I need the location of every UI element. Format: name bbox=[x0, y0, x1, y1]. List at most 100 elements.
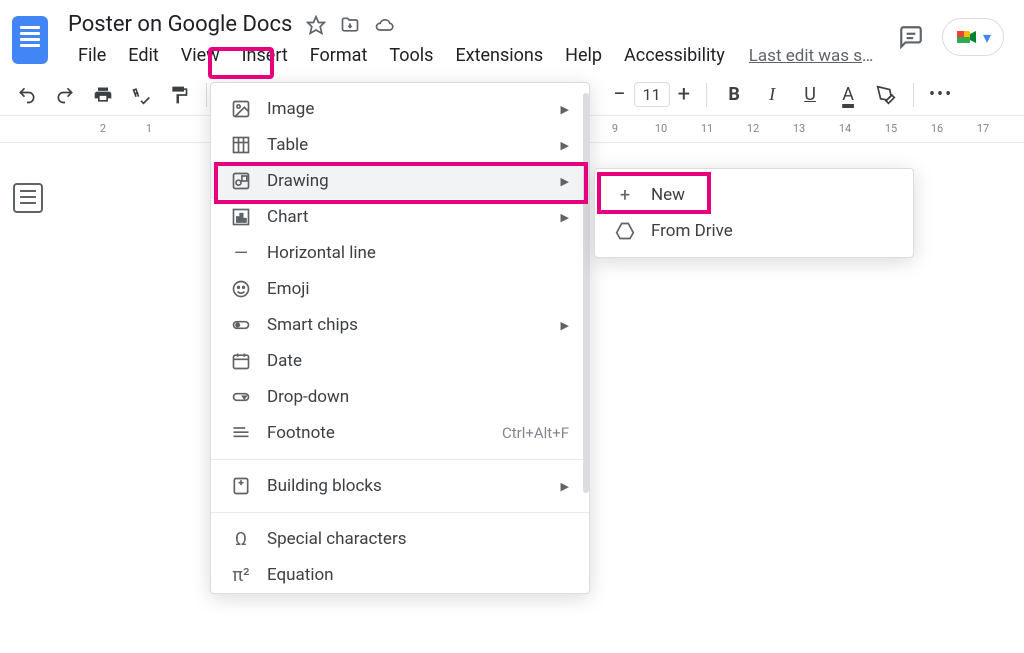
spellcheck-button[interactable] bbox=[130, 84, 152, 106]
submenu-arrow-icon: ▶ bbox=[561, 139, 569, 152]
separator bbox=[206, 83, 207, 107]
ruler-tick: 13 bbox=[776, 122, 822, 138]
ruler-tick: 16 bbox=[914, 122, 960, 138]
text-color-button[interactable]: A bbox=[837, 84, 859, 106]
ruler-tick: 1 bbox=[126, 122, 172, 138]
italic-button[interactable]: I bbox=[761, 84, 783, 106]
menu-divider bbox=[211, 459, 589, 460]
underline-button[interactable]: U bbox=[799, 84, 821, 106]
ruler-tick: 17 bbox=[960, 122, 1006, 138]
chart-icon bbox=[231, 207, 251, 227]
menu-item-label: From Drive bbox=[651, 221, 733, 241]
ruler-tick: 15 bbox=[868, 122, 914, 138]
menu-item-label: Emoji bbox=[267, 279, 309, 299]
menu-shortcut: Ctrl+Alt+F bbox=[502, 424, 569, 442]
separator bbox=[706, 83, 707, 107]
submenu-arrow-icon: ▶ bbox=[561, 480, 569, 493]
ruler-tick: 2 bbox=[80, 122, 126, 138]
ruler-tick: 9 bbox=[592, 122, 638, 138]
undo-button[interactable] bbox=[16, 84, 38, 106]
omega-icon: Ω bbox=[231, 529, 251, 549]
menu-accessibility[interactable]: Accessibility bbox=[614, 41, 735, 70]
menu-item-label: Equation bbox=[267, 565, 334, 585]
menu-item-building-blocks[interactable]: Building blocks ▶ bbox=[211, 468, 589, 504]
menu-item-equation[interactable]: π² Equation bbox=[211, 557, 589, 593]
menu-insert[interactable]: Insert bbox=[232, 41, 298, 70]
menu-item-label: New bbox=[651, 185, 685, 205]
ruler-tick: 10 bbox=[638, 122, 684, 138]
redo-button[interactable] bbox=[54, 84, 76, 106]
drawing-icon bbox=[231, 171, 251, 191]
menu-item-label: Drop-down bbox=[267, 387, 349, 407]
menu-item-special-characters[interactable]: Ω Special characters bbox=[211, 521, 589, 557]
menu-item-label: Smart chips bbox=[267, 315, 358, 335]
comment-history-icon[interactable] bbox=[898, 24, 924, 50]
star-icon[interactable] bbox=[306, 15, 326, 35]
header-right: ▾ bbox=[898, 8, 1012, 56]
horizontal-line-icon: — bbox=[231, 243, 251, 263]
menu-file[interactable]: File bbox=[68, 41, 116, 70]
cloud-status-icon[interactable] bbox=[374, 15, 394, 35]
menu-item-horizontal-line[interactable]: — Horizontal line bbox=[211, 235, 589, 271]
move-folder-icon[interactable] bbox=[340, 15, 360, 35]
google-meet-icon bbox=[955, 25, 979, 49]
left-rail bbox=[0, 143, 56, 653]
plus-icon: + bbox=[615, 185, 635, 205]
menu-help[interactable]: Help bbox=[555, 41, 612, 70]
menu-item-emoji[interactable]: Emoji bbox=[211, 271, 589, 307]
title-row: Poster on Google Docs bbox=[68, 8, 898, 37]
submenu-arrow-icon: ▶ bbox=[561, 211, 569, 224]
image-icon bbox=[231, 99, 251, 119]
font-size-input[interactable]: 11 bbox=[634, 82, 670, 107]
menu-scrollbar[interactable] bbox=[583, 93, 589, 493]
print-button[interactable] bbox=[92, 84, 114, 106]
menu-item-smart-chips[interactable]: Smart chips ▶ bbox=[211, 307, 589, 343]
menu-item-label: Table bbox=[267, 135, 308, 155]
menu-item-dropdown[interactable]: Drop-down bbox=[211, 379, 589, 415]
submenu-arrow-icon: ▶ bbox=[561, 319, 569, 332]
smart-chips-icon bbox=[231, 315, 251, 335]
ruler-tick: 12 bbox=[730, 122, 776, 138]
menu-item-image[interactable]: Image ▶ bbox=[211, 91, 589, 127]
menu-item-label: Chart bbox=[267, 207, 308, 227]
table-icon bbox=[231, 135, 251, 155]
menu-extensions[interactable]: Extensions bbox=[445, 41, 553, 70]
menu-item-label: Horizontal line bbox=[267, 243, 376, 263]
font-size-decrease[interactable]: − bbox=[613, 82, 626, 107]
dropdown-icon bbox=[231, 387, 251, 407]
menu-item-footnote[interactable]: Footnote Ctrl+Alt+F bbox=[211, 415, 589, 451]
menu-item-chart[interactable]: Chart ▶ bbox=[211, 199, 589, 235]
menu-format[interactable]: Format bbox=[300, 41, 378, 70]
document-outline-icon[interactable] bbox=[13, 183, 43, 213]
bold-button[interactable]: B bbox=[723, 84, 745, 106]
menu-item-drawing[interactable]: Drawing ▶ bbox=[211, 163, 589, 199]
menu-edit[interactable]: Edit bbox=[118, 41, 168, 70]
meet-button[interactable]: ▾ bbox=[942, 18, 1004, 56]
font-size-control: − 11 + bbox=[613, 82, 690, 107]
last-edit-link[interactable]: Last edit was se… bbox=[749, 41, 879, 70]
menu-item-label: Image bbox=[267, 99, 314, 119]
drive-icon bbox=[615, 221, 635, 241]
menu-view[interactable]: View bbox=[171, 41, 230, 70]
title-area: Poster on Google Docs File Edit View Ins… bbox=[68, 8, 898, 70]
font-size-increase[interactable]: + bbox=[678, 82, 690, 107]
ruler-tick: 11 bbox=[684, 122, 730, 138]
more-tools-button[interactable]: ••• bbox=[930, 84, 952, 106]
submenu-arrow-icon: ▶ bbox=[561, 175, 569, 188]
menu-tools[interactable]: Tools bbox=[379, 41, 443, 70]
equation-icon: π² bbox=[231, 565, 251, 585]
menu-item-label: Date bbox=[267, 351, 302, 371]
building-blocks-icon bbox=[231, 476, 251, 496]
highlight-color-button[interactable] bbox=[875, 84, 897, 106]
document-title[interactable]: Poster on Google Docs bbox=[68, 12, 292, 37]
header: Poster on Google Docs File Edit View Ins… bbox=[0, 0, 1024, 70]
paint-format-button[interactable] bbox=[168, 84, 190, 106]
menu-item-table[interactable]: Table ▶ bbox=[211, 127, 589, 163]
insert-menu-dropdown: Image ▶ Table ▶ Drawing ▶ Chart ▶ — Hori… bbox=[210, 82, 590, 594]
menu-item-label: Special characters bbox=[267, 529, 406, 549]
submenu-item-from-drive[interactable]: From Drive bbox=[595, 213, 913, 249]
menu-item-date[interactable]: Date bbox=[211, 343, 589, 379]
menu-item-label: Footnote bbox=[267, 423, 335, 443]
submenu-item-new[interactable]: + New bbox=[595, 177, 913, 213]
docs-logo-icon[interactable] bbox=[12, 16, 48, 64]
